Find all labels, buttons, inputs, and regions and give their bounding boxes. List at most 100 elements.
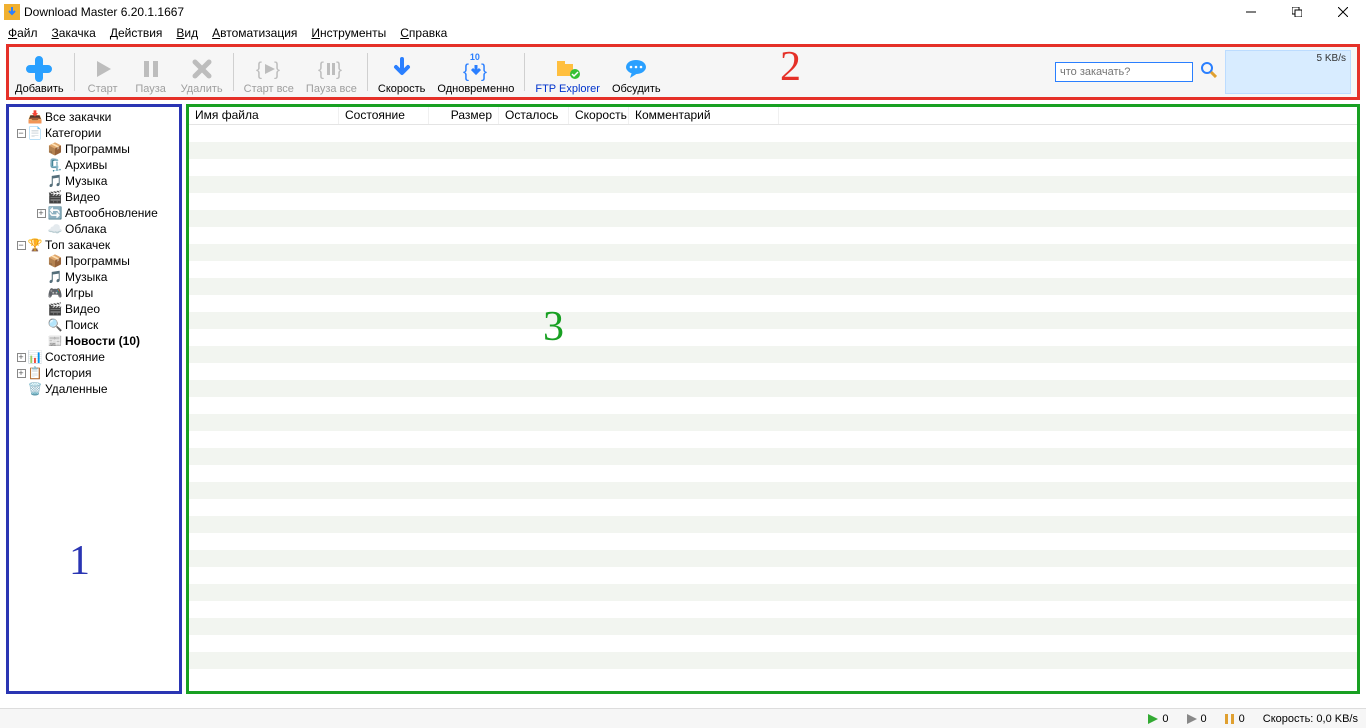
chat-icon (624, 55, 648, 83)
svg-text:}: } (336, 59, 342, 79)
speed-button[interactable]: Скорость (372, 47, 432, 97)
tree-item[interactable]: 🎮Игры (9, 285, 179, 301)
concurrent-button[interactable]: 10 {} Одновременно (431, 47, 520, 97)
list-row (189, 635, 1357, 652)
tree-item[interactable]: +🔄Автообновление (9, 205, 179, 221)
list-row (189, 533, 1357, 550)
pause-button[interactable]: Пауза (127, 47, 175, 97)
tree-item[interactable]: +📊Состояние (9, 349, 179, 365)
tree-label: Топ закачек (45, 237, 110, 253)
list-row (189, 652, 1357, 669)
menu-actions[interactable]: Действия (110, 26, 163, 40)
column-header[interactable]: Имя файла (189, 107, 339, 124)
menu-file[interactable]: Файл (8, 26, 38, 40)
toolbar: Добавить Старт Пауза Удалить {} Старт вс… (6, 44, 1360, 100)
tree-item[interactable]: 🎬Видео (9, 301, 179, 317)
list-row (189, 465, 1357, 482)
list-row (189, 261, 1357, 278)
list-row (189, 448, 1357, 465)
svg-text:{: { (463, 61, 469, 81)
column-header[interactable]: Размер (429, 107, 499, 124)
menu-tools[interactable]: Инструменты (311, 26, 386, 40)
titlebar: Download Master 6.20.1.1667 (0, 0, 1366, 24)
tree-item[interactable]: ☁️Облака (9, 221, 179, 237)
tree-label: Видео (65, 301, 100, 317)
list-row (189, 482, 1357, 499)
tree-item[interactable]: 📦Программы (9, 253, 179, 269)
column-header[interactable]: Состояние (339, 107, 429, 124)
status-active: 0 (1148, 713, 1168, 725)
category-tree[interactable]: 📥Все закачки−📄Категории📦Программы🗜️Архив… (9, 107, 179, 397)
window-title: Download Master 6.20.1.1667 (24, 5, 184, 19)
tree-item[interactable]: +📋История (9, 365, 179, 381)
pause-all-label: Пауза все (306, 83, 357, 95)
tree-twisty-box[interactable]: − (15, 129, 27, 138)
list-body (189, 125, 1357, 669)
tree-label: Удаленные (45, 381, 108, 397)
tree-item[interactable]: −📄Категории (9, 125, 179, 141)
tree-item[interactable]: −🏆Топ закачек (9, 237, 179, 253)
discuss-button[interactable]: Обсудить (606, 47, 667, 97)
search-icon[interactable] (1201, 62, 1217, 83)
list-row (189, 329, 1357, 346)
download-list: Имя файлаСостояниеРазмерОсталосьСкорость… (186, 104, 1360, 694)
list-row (189, 278, 1357, 295)
overlay-2: 2 (780, 43, 801, 91)
list-row (189, 193, 1357, 210)
window-controls (1228, 0, 1366, 24)
tree-icon: 🎬 (47, 302, 63, 316)
menu-help[interactable]: Справка (400, 26, 447, 40)
tree-label: Автообновление (65, 205, 158, 221)
status-active-count: 0 (1162, 713, 1168, 725)
list-row (189, 397, 1357, 414)
maximize-button[interactable] (1274, 0, 1320, 24)
tree-twisty-box[interactable]: + (15, 353, 27, 362)
search-input[interactable] (1055, 62, 1193, 82)
tree-icon: 🎵 (47, 174, 63, 188)
menu-view[interactable]: Вид (176, 26, 198, 40)
tree-item[interactable]: 📦Программы (9, 141, 179, 157)
delete-button[interactable]: Удалить (175, 47, 229, 97)
tree-label: Видео (65, 189, 100, 205)
pause-all-button[interactable]: {} Пауза все (300, 47, 363, 97)
tree-label: История (45, 365, 92, 381)
start-all-button[interactable]: {} Старт все (238, 47, 300, 97)
column-header[interactable]: Осталось (499, 107, 569, 124)
tree-twisty-box[interactable]: + (35, 209, 47, 218)
menu-download[interactable]: Закачка (52, 26, 96, 40)
svg-text:{: { (318, 59, 324, 79)
tree-twisty-box[interactable]: + (15, 369, 27, 378)
minimize-button[interactable] (1228, 0, 1274, 24)
tree-item[interactable]: 🎵Музыка (9, 269, 179, 285)
tree-icon: 📊 (27, 350, 43, 364)
ftp-button[interactable]: FTP Explorer (529, 47, 606, 97)
start-button[interactable]: Старт (79, 47, 127, 97)
tree-item[interactable]: 🔍Поиск (9, 317, 179, 333)
svg-text:{: { (256, 59, 262, 79)
concurrent-label: Одновременно (437, 83, 514, 95)
column-header[interactable]: Комментарий (629, 107, 779, 124)
concurrent-badge: 10 (470, 52, 480, 62)
tree-item[interactable]: 🗑️Удаленные (9, 381, 179, 397)
tree-item[interactable]: 🗜️Архивы (9, 157, 179, 173)
column-header[interactable]: Скорость (569, 107, 629, 124)
tree-icon: 📦 (47, 254, 63, 268)
tree-item[interactable]: 📰Новости (10) (9, 333, 179, 349)
tree-icon: 📋 (27, 366, 43, 380)
tree-label: Игры (65, 285, 93, 301)
pause-all-icon: {} (318, 55, 344, 83)
column-headers[interactable]: Имя файлаСостояниеРазмерОсталосьСкорость… (189, 107, 1357, 125)
tree-item[interactable]: 🎵Музыка (9, 173, 179, 189)
tree-item[interactable]: 📥Все закачки (9, 109, 179, 125)
tree-icon: 📦 (47, 142, 63, 156)
tree-twisty-box[interactable]: − (15, 241, 27, 250)
separator (74, 53, 75, 91)
svg-text:}: } (274, 59, 280, 79)
tree-item[interactable]: 🎬Видео (9, 189, 179, 205)
tree-icon: 📰 (47, 334, 63, 348)
status-bar: 0 0 0 Скорость: 0,0 KB/s (0, 708, 1366, 728)
menu-automation[interactable]: Автоматизация (212, 26, 297, 40)
add-button[interactable]: Добавить (9, 47, 70, 97)
tree-icon: 🗑️ (27, 382, 43, 396)
close-button[interactable] (1320, 0, 1366, 24)
